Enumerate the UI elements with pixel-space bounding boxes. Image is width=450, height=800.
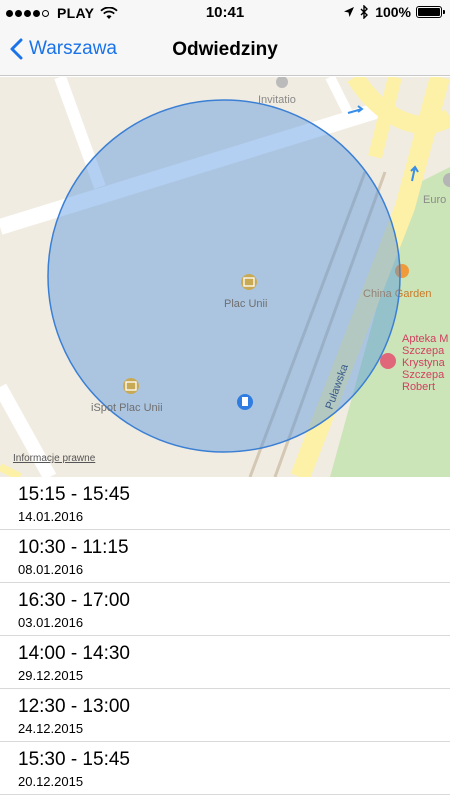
status-bar: PLAY 10:41 100%: [0, 0, 450, 26]
visit-date: 14.01.2016: [18, 509, 84, 524]
visits-list: 15:15 - 15:45 14.01.2016 10:30 - 11:15 0…: [0, 477, 450, 795]
pharmacy-icon: [380, 353, 396, 369]
visit-time: 15:30 - 15:45: [18, 749, 130, 770]
visit-row[interactable]: 16:30 - 17:00 03.01.2016: [0, 583, 450, 636]
battery-icon: [416, 6, 445, 18]
visit-time: 10:30 - 11:15: [18, 537, 129, 558]
map-label-plac-unii: Plac Unii: [224, 298, 267, 310]
page-title: Odwiedziny: [172, 39, 278, 60]
visit-row[interactable]: 14:00 - 14:30 29.12.2015: [0, 636, 450, 689]
visit-time: 14:00 - 14:30: [18, 643, 130, 664]
map-label-apteka-5: Robert: [402, 381, 435, 393]
map-label-ispot: iSpot Plac Unii: [91, 402, 163, 414]
location-arrow-icon: [344, 7, 355, 17]
map-label-apteka-2: Szczepa: [402, 345, 445, 357]
visit-date: 24.12.2015: [18, 721, 84, 736]
map-label-apteka-1: Apteka M: [402, 333, 448, 345]
map-view[interactable]: Invitatio Euro China Garden Apteka M Szc…: [0, 77, 450, 477]
map-label-euro: Euro: [423, 194, 446, 206]
visit-row[interactable]: 12:30 - 13:00 24.12.2015: [0, 689, 450, 742]
map-canvas: Invitatio Euro China Garden Apteka M Szc…: [0, 77, 450, 477]
visit-date: 08.01.2016: [18, 562, 84, 577]
visit-time: 15:15 - 15:45: [18, 484, 130, 505]
legal-link[interactable]: Informacje prawne: [13, 453, 95, 464]
visit-date: 20.12.2015: [18, 774, 84, 789]
map-label-apteka-3: Krystyna: [402, 357, 446, 369]
battery-percent: 100%: [375, 4, 411, 20]
visit-area-circle: [47, 99, 401, 453]
navigation-bar: Warszawa Odwiedziny: [0, 26, 450, 76]
visit-time: 16:30 - 17:00: [18, 590, 130, 611]
visit-time: 12:30 - 13:00: [18, 696, 130, 717]
visit-row[interactable]: 15:30 - 15:45 20.12.2015: [0, 742, 450, 795]
visit-date: 03.01.2016: [18, 615, 84, 630]
bluetooth-icon: [360, 5, 369, 19]
visit-row[interactable]: 10:30 - 11:15 08.01.2016: [0, 530, 450, 583]
map-label-apteka-4: Szczepa: [402, 369, 445, 381]
visit-date: 29.12.2015: [18, 668, 84, 683]
visit-row[interactable]: 15:15 - 15:45 14.01.2016: [0, 477, 450, 530]
status-right: 100%: [343, 4, 445, 20]
